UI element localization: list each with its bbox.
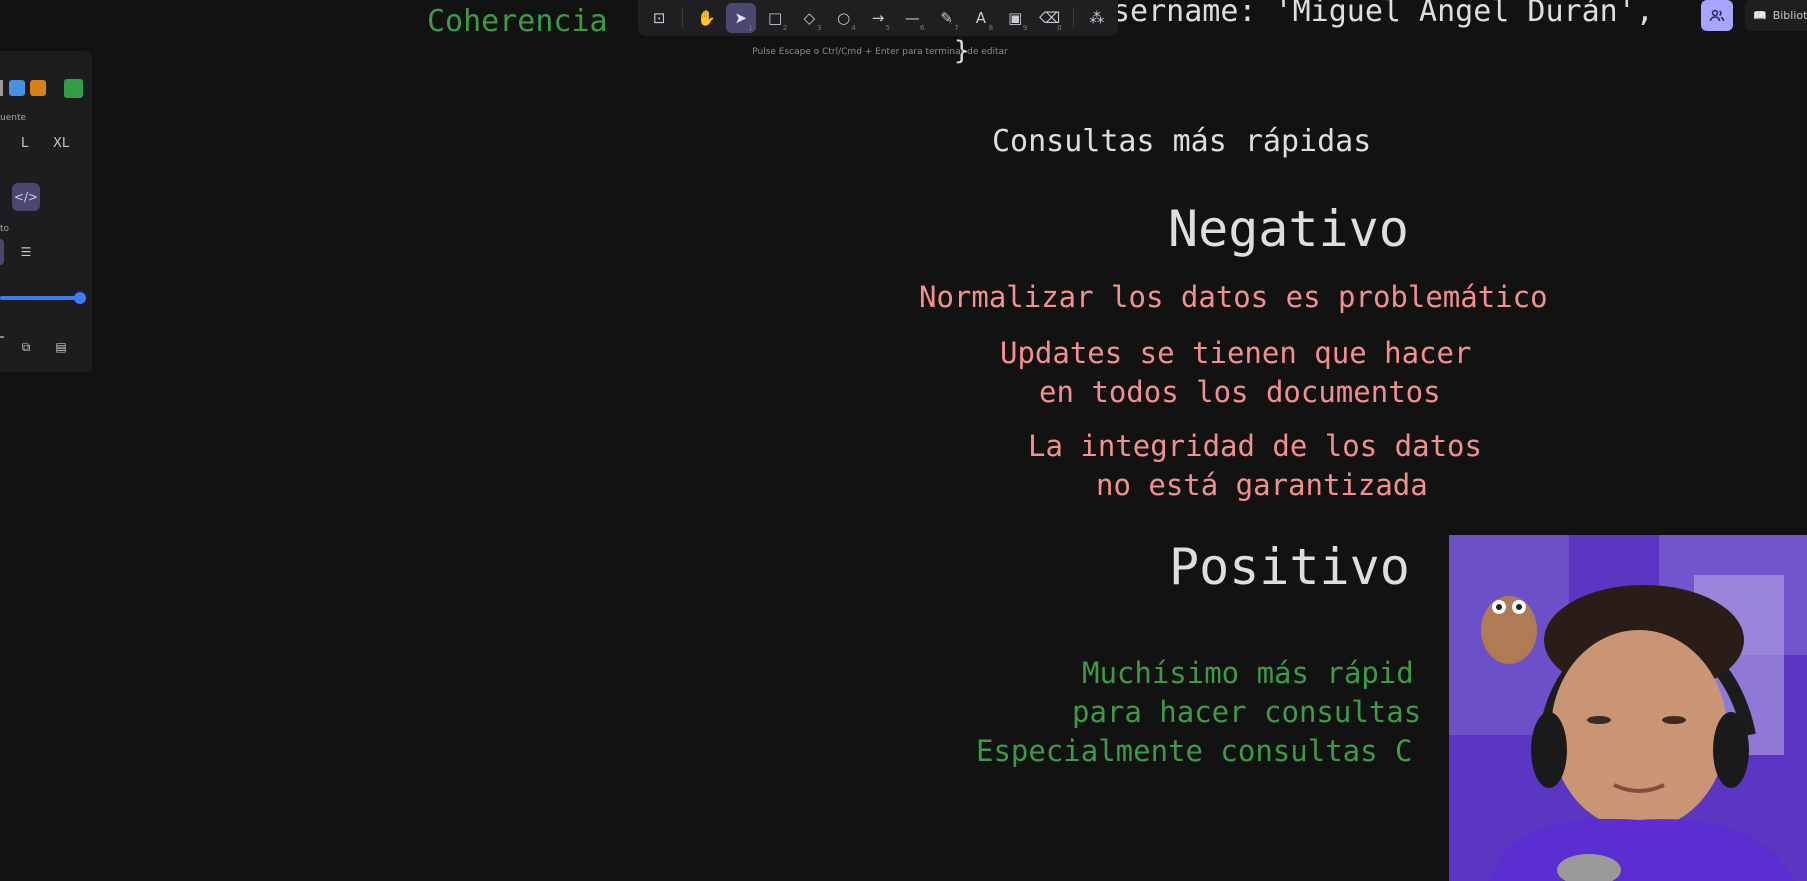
line-tool-button[interactable]: —6 [897, 3, 927, 33]
rectangle-icon: □ [767, 9, 783, 27]
tool-shortcut-number: 5 [885, 24, 891, 32]
neg-point-1: Normalizar los datos es problemático [919, 280, 1548, 314]
properties-panel: uente L XL </> to ☰ ⧉ ▤ [0, 51, 92, 372]
text-icon: A [975, 9, 987, 27]
neg-point-2a: Updates se tienen que hacer [1000, 336, 1472, 370]
rectangle-tool-button[interactable]: □ 2 [760, 3, 790, 33]
tool-shortcut-number: 9 [1022, 24, 1028, 32]
hand-tool-button[interactable]: ✋ [691, 3, 721, 33]
arrow-icon: → [871, 9, 885, 27]
align-label: to [0, 224, 10, 234]
font-label: uente [0, 113, 27, 123]
tool-shortcut-number: 8 [988, 24, 994, 32]
neg-point-3b: no está garantizada [1096, 468, 1428, 502]
webcam-image [1449, 535, 1807, 881]
ellipse-tool-button[interactable]: ○ 4 [829, 3, 859, 33]
users-icon [1709, 9, 1725, 21]
coherencia-text: Coherencia [427, 4, 608, 39]
shapes-tool-button[interactable]: ⁂ [1082, 3, 1112, 33]
color-swatch-green[interactable] [64, 79, 83, 98]
pencil-icon: ✎ [940, 9, 953, 27]
duplicate-icon: ⧉ [21, 339, 31, 354]
layers-button[interactable]: ▤ [47, 333, 75, 361]
color-swatch-blue[interactable] [9, 80, 25, 96]
image-icon: ▣ [1008, 9, 1023, 27]
shapes-icon: ⁂ [1089, 9, 1105, 27]
align-right-icon: ☰ [20, 245, 32, 259]
pointer-icon: ➤ [734, 9, 748, 27]
tool-shortcut-number: 0 [1057, 24, 1062, 32]
layers-icon: ▤ [55, 340, 67, 354]
tool-shortcut-number: 3 [817, 24, 822, 32]
toolbar-separator [682, 8, 684, 28]
color-swatch-orange[interactable] [30, 80, 46, 96]
pos-point-3: Especialmente consultas C [976, 734, 1413, 768]
tool-shortcut-number: 1 [748, 24, 753, 32]
eraser-tool-button[interactable]: ⌫ 0 [1034, 3, 1064, 33]
pointer-tool-button[interactable]: ➤ 1 [725, 3, 756, 33]
opacity-slider-track[interactable] [0, 296, 80, 300]
pos-point-2: para hacer consultas [1072, 695, 1422, 729]
tool-shortcut-number: 7 [954, 24, 959, 32]
lock-tool-button[interactable]: ⊡ [644, 3, 674, 33]
tool-shortcut-number: 6 [919, 24, 925, 32]
ellipse-icon: ○ [837, 9, 851, 27]
code-icon: </> [13, 190, 39, 204]
text-tool-button[interactable]: A8 [966, 3, 996, 33]
arrow-tool-button[interactable]: → 5 [863, 3, 893, 33]
toolbar-separator [1072, 8, 1074, 28]
layer-divider [0, 336, 4, 338]
neg-point-3a: La integridad de los datos [1028, 429, 1482, 463]
diamond-tool-button[interactable]: ◇ 3 [794, 3, 824, 33]
tool-shortcut-number: 2 [782, 24, 788, 32]
tool-shortcut-number: 4 [851, 24, 856, 32]
font-size-xl-button[interactable]: XL [53, 136, 69, 151]
duplicate-button[interactable]: ⧉ [12, 333, 40, 361]
book-icon: 📖 [1753, 9, 1767, 22]
lock-icon: ⊡ [652, 9, 666, 27]
color-swatch-edge [0, 80, 3, 96]
image-tool-button[interactable]: ▣ 9 [1000, 3, 1030, 33]
library-button[interactable]: 📖 Bibliote [1745, 0, 1807, 31]
consultas-rapidas-heading: Consultas más rápidas [992, 124, 1372, 159]
hand-icon: ✋ [697, 9, 716, 27]
line-icon: — [904, 9, 920, 27]
username-code-line: sername: 'Miguel Angel Durán', [1112, 0, 1654, 29]
pos-point-1: Muchísimo más rápid [1082, 656, 1414, 690]
collaborate-button[interactable] [1701, 0, 1733, 31]
opacity-slider-handle[interactable] [74, 292, 86, 304]
font-size-l-button[interactable]: L [21, 136, 28, 151]
library-label: Bibliote [1772, 9, 1807, 22]
align-left-button[interactable] [0, 239, 4, 265]
drawing-toolbar: ⊡ ✋ ➤ 1 □ 2 ◇ 3 ○ 4 → 5—6 ✎ 7 A 8 ▣ 9 ⌫ 0 ⁂ [638, 0, 1118, 36]
align-right-button[interactable]: ☰ [12, 238, 40, 266]
code-font-button[interactable]: </> [12, 183, 40, 211]
editing-hint: Pulse Escape o Ctrl/Cmd + Enter para ter… [752, 47, 1008, 57]
neg-point-2b: en todos los documentos [1039, 375, 1441, 409]
positivo-title: Positivo [1169, 538, 1410, 596]
diamond-icon: ◇ [803, 9, 816, 27]
webcam-feed [1449, 535, 1807, 881]
pencil-tool-button[interactable]: ✎ 7 [931, 3, 961, 33]
negativo-title: Negativo [1168, 200, 1409, 258]
